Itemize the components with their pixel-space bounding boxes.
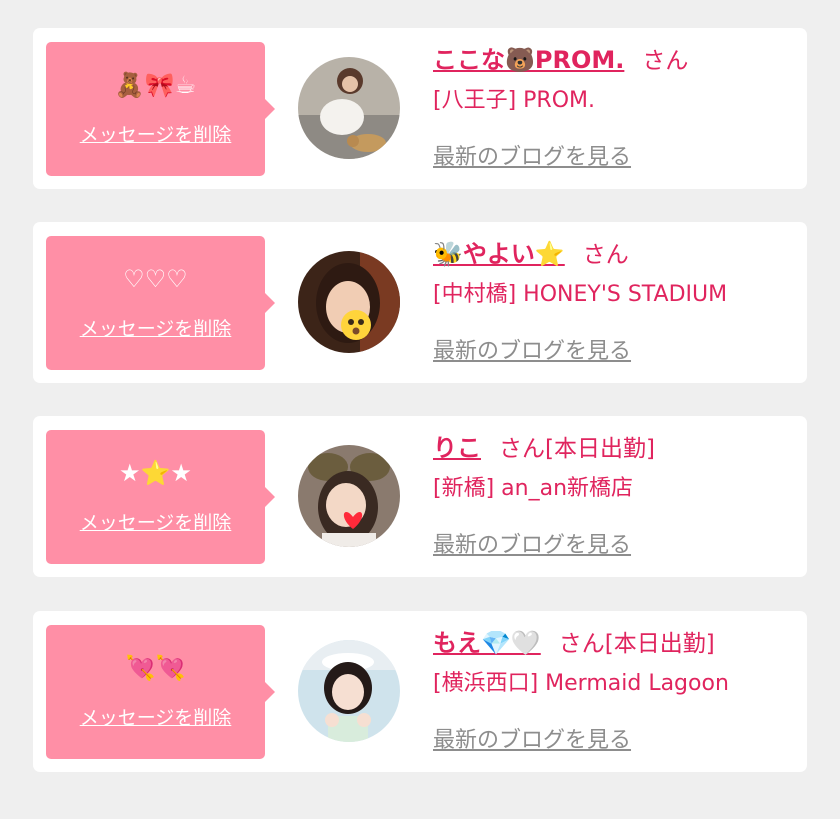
message-card: 💘💘 メッセージを削除 もえ💎🤍 さん[本日出勤] [横浜西口] Mermaid … <box>33 611 807 772</box>
delete-message-link[interactable]: メッセージを削除 <box>46 703 265 730</box>
avatar[interactable] <box>298 57 400 159</box>
latest-blog-link[interactable]: 最新のブログを見る <box>433 527 631 559</box>
honorific-text: さん[本日出勤] <box>499 436 655 462</box>
message-bubble: ★⭐★ メッセージを削除 <box>46 430 275 564</box>
girl-name-link[interactable]: 🐝やよい⭐ <box>433 240 565 268</box>
girl-name-link[interactable]: ここな🐻PROM. <box>433 46 624 74</box>
shop-text: [横浜西口] Mermaid Lagoon <box>433 671 729 696</box>
shop-text: [中村橋] HONEY'S STADIUM <box>433 282 728 307</box>
message-card: 🧸🎀☕ メッセージを削除 ここな🐻PROM. さん [八王子] PROM. 最新の… <box>33 28 807 189</box>
delete-message-link[interactable]: メッセージを削除 <box>46 120 265 147</box>
honorific-text: さん <box>582 242 629 268</box>
shop-text: [新橋] an_an新橋店 <box>433 476 634 501</box>
card-info: りこ さん[本日出勤] [新橋] an_an新橋店 最新のブログを見る <box>433 431 803 559</box>
latest-blog-link[interactable]: 最新のブログを見る <box>433 333 631 365</box>
card-info: もえ💎🤍 さん[本日出勤] [横浜西口] Mermaid Lagoon 最新のブロ… <box>433 626 803 754</box>
avatar[interactable] <box>298 640 400 742</box>
message-card: ♡♡♡ メッセージを削除 🐝やよい⭐ さん [中村橋] HONEY'S STADI… <box>33 222 807 383</box>
avatar[interactable] <box>298 251 400 353</box>
avatar[interactable] <box>298 445 400 547</box>
message-text: 🧸🎀☕ <box>114 71 197 99</box>
girl-name-link[interactable]: りこ <box>433 434 481 462</box>
delete-message-link[interactable]: メッセージを削除 <box>46 508 265 535</box>
latest-blog-link[interactable]: 最新のブログを見る <box>433 139 631 171</box>
message-bubble: 💘💘 メッセージを削除 <box>46 625 275 759</box>
honorific-text: さん[本日出勤] <box>558 631 715 657</box>
message-bubble: ♡♡♡ メッセージを削除 <box>46 236 275 370</box>
card-info: ここな🐻PROM. さん [八王子] PROM. 最新のブログを見る <box>433 43 803 171</box>
message-card: ★⭐★ メッセージを削除 りこ さん[本日出勤] [新橋] an_an新橋店 最新… <box>33 416 807 577</box>
message-text: 💘💘 <box>125 654 186 682</box>
shop-text: [八王子] PROM. <box>433 88 596 113</box>
message-text: ♡♡♡ <box>123 265 188 293</box>
message-bubble: 🧸🎀☕ メッセージを削除 <box>46 42 275 176</box>
message-text: ★⭐★ <box>119 459 192 487</box>
latest-blog-link[interactable]: 最新のブログを見る <box>433 722 631 754</box>
girl-name-link[interactable]: もえ💎🤍 <box>433 629 541 657</box>
card-info: 🐝やよい⭐ さん [中村橋] HONEY'S STADIUM 最新のブログを見る <box>433 237 803 365</box>
delete-message-link[interactable]: メッセージを削除 <box>46 314 265 341</box>
honorific-text: さん <box>642 48 689 74</box>
